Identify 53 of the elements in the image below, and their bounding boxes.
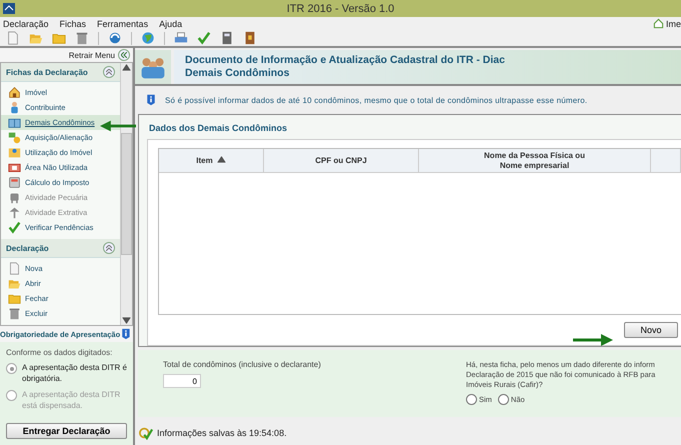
trash-icon[interactable] <box>75 31 89 45</box>
column-header[interactable]: Nome da Pessoa Física ou Nome empresarial <box>419 149 651 172</box>
page-title: Documento de Informação e Atualização Cadastral do ITR - Diac <box>185 54 506 67</box>
radio-button[interactable] <box>466 394 477 405</box>
globe-icon[interactable] <box>141 31 155 45</box>
menu-item[interactable]: Ajuda <box>159 18 182 28</box>
collapse-menu-label: Retrair Menu <box>68 50 115 60</box>
scrollbar[interactable] <box>120 63 132 325</box>
radio-label: A apresentação desta DITR está dispensada. <box>22 389 122 411</box>
radio-button[interactable] <box>6 363 17 374</box>
caret-down-icon <box>122 316 131 325</box>
document-icon <box>8 262 21 275</box>
collapse-icon[interactable] <box>103 66 115 78</box>
house-icon <box>8 86 21 99</box>
new-button[interactable]: Novo <box>624 322 678 338</box>
menu-item[interactable]: Fichas <box>60 18 86 28</box>
collapse-icon[interactable] <box>103 242 115 254</box>
app-icon <box>3 3 15 14</box>
menu-item[interactable]: Declaração <box>3 18 49 28</box>
home-link[interactable]: Ime <box>666 18 681 28</box>
pointer-arrow <box>573 334 613 346</box>
collapse-icon[interactable] <box>118 49 130 61</box>
checkmark-icon[interactable] <box>197 31 211 45</box>
sync-icon[interactable] <box>108 31 122 45</box>
column-header[interactable]: Item <box>159 149 264 172</box>
checkmark-icon <box>8 221 21 234</box>
pointer-arrow <box>100 120 136 132</box>
caret-up-icon <box>216 154 226 164</box>
saved-check-icon <box>139 426 153 440</box>
info-icon <box>120 328 132 340</box>
calculator-icon[interactable] <box>220 31 234 45</box>
menu-item[interactable]: Ferramentas <box>97 18 148 28</box>
radio-button[interactable] <box>498 394 509 405</box>
printer-icon[interactable] <box>174 31 188 45</box>
status-text: Informações salvas às 19:54:08. <box>157 428 287 438</box>
folder-icon <box>8 292 21 305</box>
section-title: Fichas da Declaração <box>6 68 88 76</box>
calculator-icon <box>8 176 21 189</box>
column-header[interactable]: CPF ou CNPJ <box>264 149 419 172</box>
section-title: Declaração <box>6 244 49 252</box>
radio-label: A apresentação desta DITR é obrigatória. <box>22 362 127 384</box>
notice-text: Só é possível informar dados de até 10 condôminos, mesmo que o total de condôminos ultrapasse esse número. <box>165 96 588 104</box>
book-icon[interactable] <box>243 31 257 45</box>
field-label: Total de condôminos (inclusive o declarante) <box>163 360 321 369</box>
window-title: ITR 2016 - Versão 1.0 <box>286 2 394 14</box>
intro-text: Conforme os dados digitados: <box>6 348 114 357</box>
trash-icon <box>8 307 21 320</box>
input-field[interactable]: 0 <box>163 374 201 388</box>
page-subtitle: Demais Condôminos <box>185 67 290 80</box>
panel-title: Dados dos Demais Condôminos <box>148 122 288 135</box>
caret-up-icon <box>122 63 131 72</box>
deliver-button[interactable]: Entregar Declaração <box>6 423 127 439</box>
info-icon <box>145 94 157 106</box>
